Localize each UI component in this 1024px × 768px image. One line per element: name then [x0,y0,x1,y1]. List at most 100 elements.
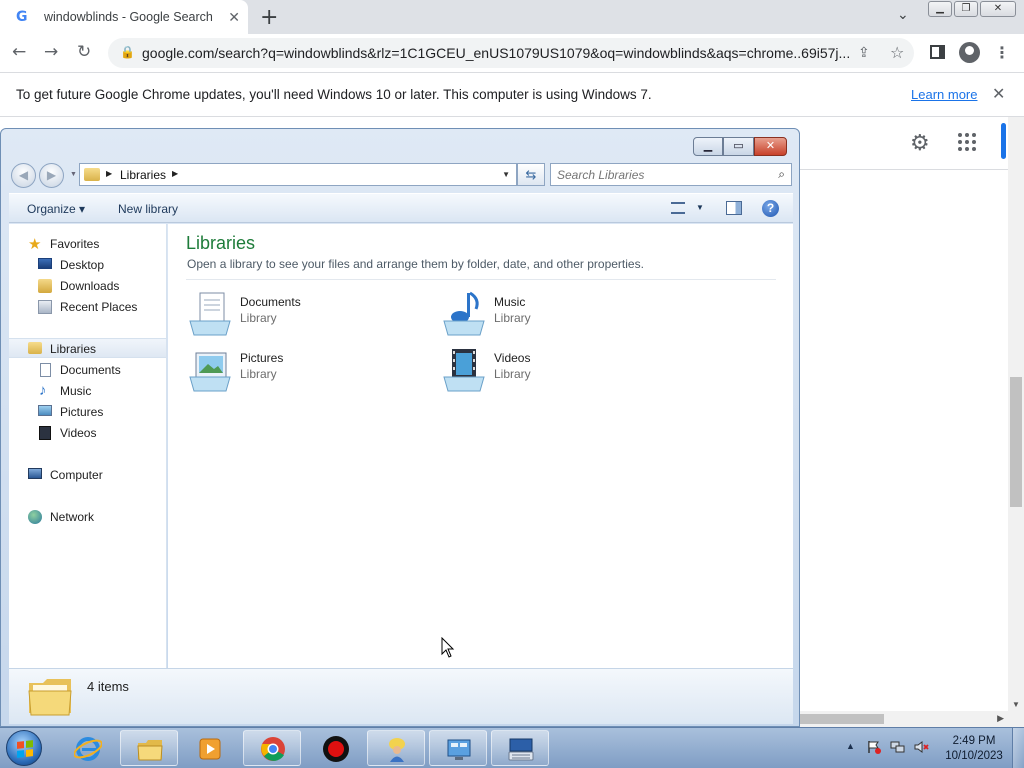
item-count: 4 items [87,679,129,694]
volume-muted-icon[interactable] [914,740,930,754]
infobar-close-icon[interactable]: ✕ [992,84,1005,104]
back-forward-group: ◀ ▶ [11,163,71,188]
breadcrumb-libraries[interactable]: Libraries [120,168,166,182]
chrome-menu-icon[interactable]: ⋮ [994,43,1010,63]
libraries-explorer-window: ▁ ▭ ✕ ◀ ▶ ▼ ▶ Libraries ▶ ▼ ⇆ ⌕ Organize… [0,128,800,727]
nav-videos[interactable]: Videos [9,423,166,443]
library-item-documents[interactable]: Documents Library [186,291,426,341]
nav-favorites[interactable]: ★ Favorites [9,234,166,254]
pictures-icon [38,405,52,416]
taskbar-windows-explorer[interactable] [120,730,178,766]
share-icon[interactable]: ⇪ [858,44,870,61]
library-name: Music [494,295,526,309]
start-button[interactable] [6,730,42,766]
clock-time: 2:49 PM [952,735,996,747]
show-hidden-icons-arrow[interactable]: ▲ [846,741,855,751]
library-name: Documents [240,295,301,309]
new-tab-button[interactable]: + [260,5,278,30]
address-dropdown-icon[interactable]: ▼ [502,170,510,179]
taskbar-control-panel[interactable] [429,730,487,766]
nav-computer[interactable]: Computer [9,465,166,485]
chrome-minimize-button[interactable]: ▁ [928,1,952,17]
lock-icon[interactable]: 🔒 [120,45,135,59]
back-arrow-icon[interactable]: ← [12,42,26,62]
taskbar-on-screen-keyboard[interactable] [491,730,549,766]
music-note-icon: ♪ [39,382,47,399]
url-text[interactable]: google.com/search?q=windowblinds&rlz=1C1… [142,45,854,61]
change-view-icon[interactable] [671,202,685,214]
organize-button[interactable]: Organize ▾ [27,202,85,216]
explorer-refresh-button[interactable]: ⇆ [517,163,545,186]
forward-arrow-icon[interactable]: → [44,42,58,62]
explorer-back-icon[interactable]: ◀ [11,163,36,188]
page-vertical-scrollbar[interactable]: ▼ [1008,117,1024,711]
google-favicon-icon: G [16,9,28,25]
search-libraries-input[interactable] [557,167,757,183]
library-type: Library [240,367,277,381]
library-item-music[interactable]: Music Library [440,291,680,341]
explorer-maximize-button[interactable]: ▭ [723,137,754,156]
tab-google-search[interactable]: G windowblinds - Google Search ✕ [0,0,248,34]
header-divider [800,169,1008,170]
side-panel-icon[interactable] [930,45,945,59]
recent-pages-dropdown-icon[interactable]: ▼ [70,171,77,178]
library-type: Library [240,311,277,325]
library-type: Library [494,311,531,325]
explorer-forward-icon[interactable]: ▶ [39,163,64,188]
taskbar-user-accounts[interactable] [367,730,425,766]
explorer-address-bar[interactable]: ▶ Libraries ▶ ▼ [79,163,517,186]
navigation-pane: ★ Favorites Desktop Downloads Recent Pla… [9,224,167,668]
bookmark-star-icon[interactable]: ☆ [890,43,904,63]
action-center-flag-icon[interactable] [866,740,882,754]
nav-documents[interactable]: Documents [9,360,166,380]
nav-recent-places[interactable]: Recent Places [9,297,166,317]
network-status-icon[interactable] [890,740,906,754]
taskbar-recorder[interactable] [306,730,364,766]
computer-icon [28,468,42,479]
search-libraries-box[interactable]: ⌕ [550,163,792,186]
reload-icon[interactable]: ↻ [77,42,91,62]
library-item-videos[interactable]: Videos Library [440,347,680,397]
infobar-message: To get future Google Chrome updates, you… [16,87,652,102]
chrome-restore-button[interactable]: ❐ [954,1,978,17]
nav-downloads[interactable]: Downloads [9,276,166,296]
vertical-scroll-thumb[interactable] [1010,377,1022,507]
settings-gear-icon[interactable]: ⚙ [910,130,930,156]
search-magnifier-icon[interactable]: ⌕ [778,167,785,182]
tab-close-icon[interactable]: ✕ [228,9,240,26]
taskbar-chrome[interactable] [243,730,301,766]
taskbar-internet-explorer[interactable] [58,730,116,766]
favorites-star-icon: ★ [28,236,42,253]
preview-pane-icon[interactable] [726,201,742,215]
library-type: Library [494,367,531,381]
help-icon[interactable]: ? [762,200,779,217]
library-item-pictures[interactable]: Pictures Library [186,347,426,397]
show-desktop-button[interactable] [1012,728,1024,768]
scroll-right-arrow-icon[interactable]: ▶ [997,713,1004,724]
nav-network[interactable]: Network [9,507,166,527]
explorer-minimize-button[interactable]: ▁ [693,137,723,156]
scroll-down-arrow-icon[interactable]: ▼ [1012,700,1020,709]
tab-search-chevron-icon[interactable]: ⌄ [897,6,909,23]
nav-libraries[interactable]: Libraries [9,338,166,358]
nav-music[interactable]: ♪ Music [9,381,166,401]
breadcrumb-arrow-icon[interactable]: ▶ [172,169,178,178]
explorer-close-button[interactable]: ✕ [754,137,787,156]
horizontal-scroll-thumb[interactable] [800,714,884,724]
system-clock[interactable]: 2:49 PM 10/10/2023 [944,734,1004,764]
nav-pictures[interactable]: Pictures [9,402,166,422]
breadcrumb-arrow-icon[interactable]: ▶ [106,169,112,178]
content-divider [186,279,776,280]
profile-avatar-icon[interactable] [959,42,980,63]
view-options-dropdown-icon[interactable]: ▼ [696,203,704,212]
chrome-close-button[interactable]: ✕ [980,1,1016,17]
google-apps-icon[interactable] [958,133,976,151]
taskbar-media-player[interactable] [180,730,238,766]
details-pane: 4 items [9,668,793,724]
learn-more-link[interactable]: Learn more [911,87,977,102]
address-bar[interactable]: 🔒 google.com/search?q=windowblinds&rlz=1… [108,38,914,68]
page-horizontal-scrollbar[interactable]: ▶ [800,711,1024,727]
sign-in-button-edge[interactable] [1001,123,1006,159]
new-library-button[interactable]: New library [118,202,178,216]
nav-desktop[interactable]: Desktop [9,255,166,275]
